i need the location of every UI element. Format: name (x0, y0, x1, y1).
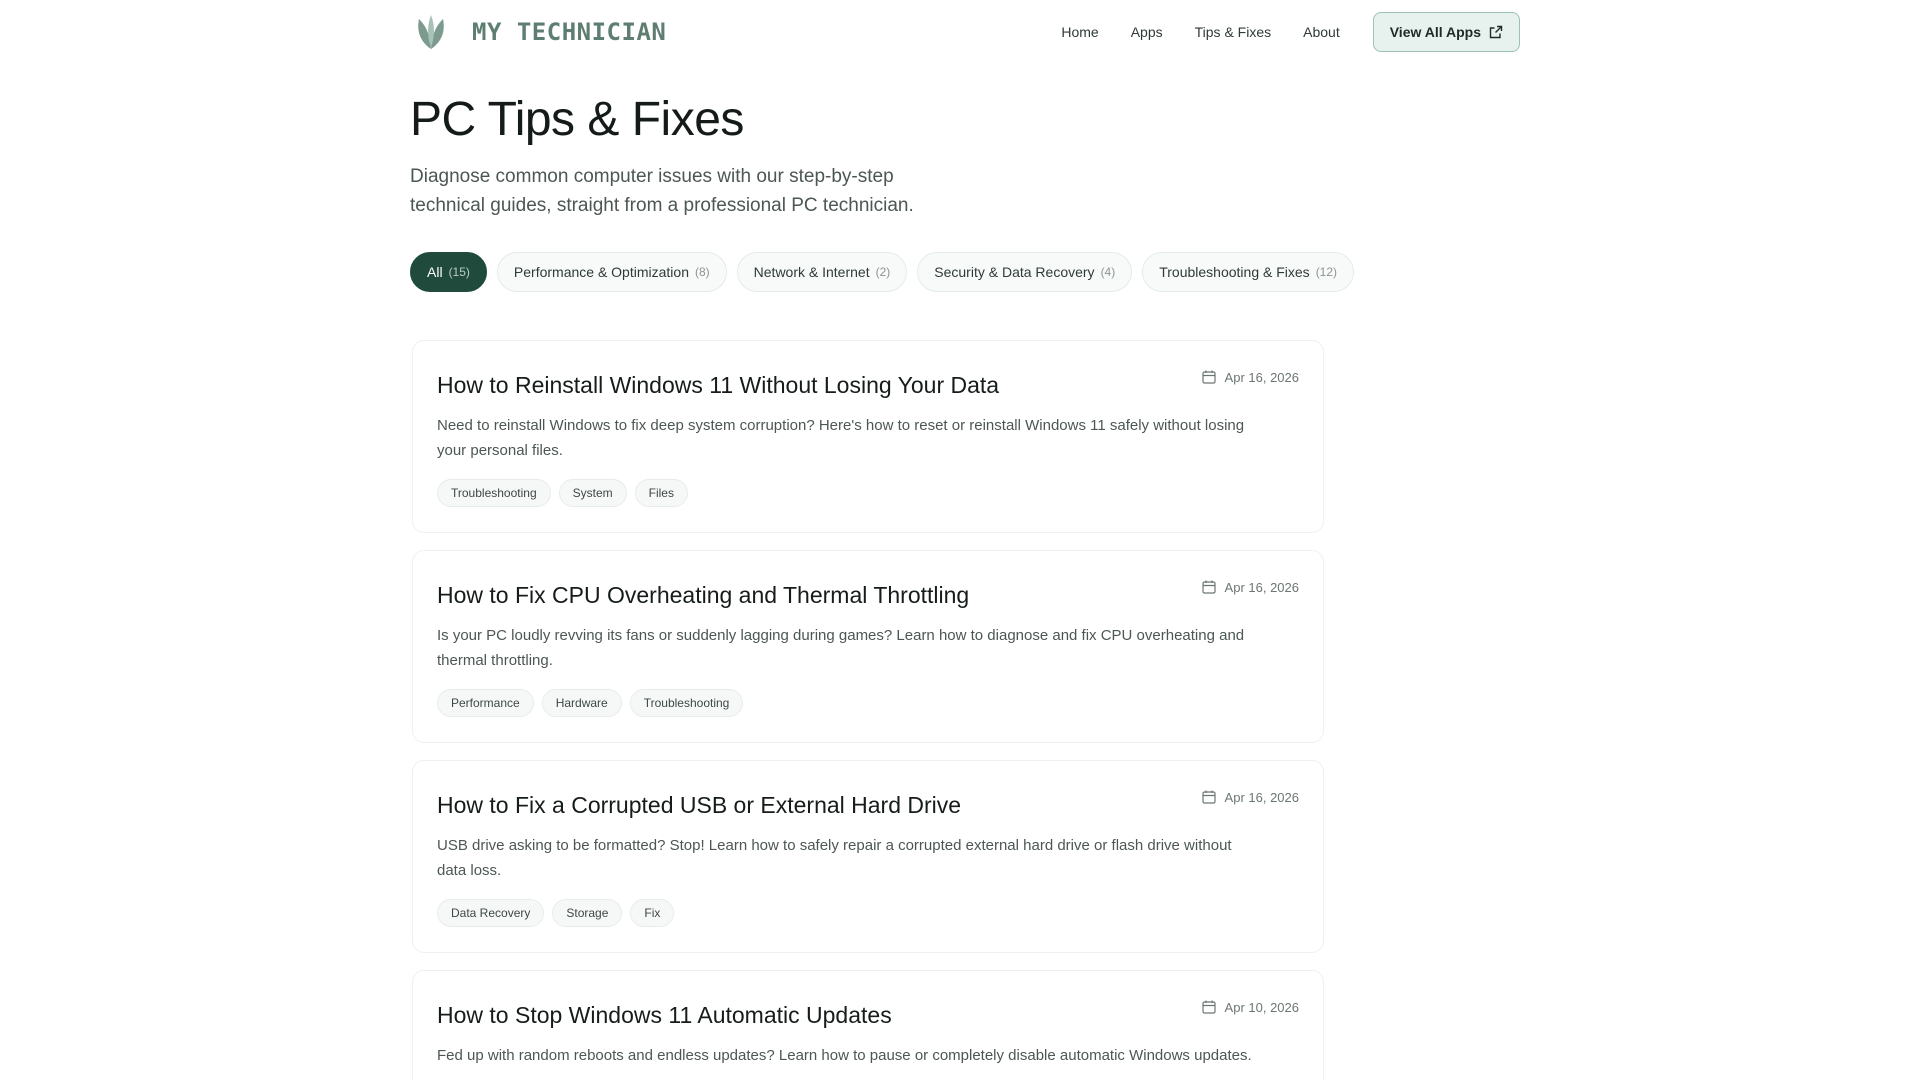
article-date-text: Apr 16, 2026 (1224, 369, 1299, 385)
nav-about[interactable]: About (1303, 24, 1340, 40)
article-title[interactable]: How to Reinstall Windows 11 Without Losi… (437, 365, 1197, 401)
article-card[interactable]: How to Stop Windows 11 Automatic Updates… (412, 970, 1324, 1080)
calendar-icon (1201, 580, 1216, 594)
article-date: Apr 16, 2026 (1201, 789, 1299, 805)
article-card[interactable]: How to Reinstall Windows 11 Without Losi… (412, 340, 1324, 533)
view-all-apps-label: View All Apps (1389, 24, 1481, 40)
article-card[interactable]: How to Fix a Corrupted USB or External H… (412, 760, 1324, 953)
article-date: Apr 16, 2026 (1201, 369, 1299, 385)
filter-count: (12) (1315, 265, 1338, 279)
article-description: USB drive asking to be formatted? Stop! … (437, 837, 1232, 879)
tag[interactable]: Hardware (541, 689, 622, 717)
page: MY TECHNICIAN Home Apps Tips & Fixes Abo… (0, 0, 1920, 1080)
filter-count: (15) (448, 265, 470, 279)
tag[interactable]: Troubleshooting (437, 479, 551, 507)
article-tags: Performance Hardware Troubleshooting (437, 689, 1299, 717)
brand-name: MY TECHNICIAN (472, 18, 667, 46)
tag[interactable]: Fix (630, 899, 675, 927)
filter-security-data-recovery[interactable]: Security & Data Recovery (4) (917, 252, 1133, 292)
tag[interactable]: Data Recovery (437, 899, 545, 927)
filter-label: All (427, 264, 443, 280)
article-date: Apr 10, 2026 (1201, 999, 1299, 1015)
article-title[interactable]: How to Fix a Corrupted USB or External H… (437, 785, 1197, 821)
article-date-text: Apr 16, 2026 (1224, 789, 1299, 805)
article-title[interactable]: How to Stop Windows 11 Automatic Updates (437, 995, 1197, 1031)
nav-tips-fixes[interactable]: Tips & Fixes (1195, 24, 1272, 40)
filter-troubleshooting-fixes[interactable]: Troubleshooting & Fixes (12) (1142, 252, 1355, 292)
filter-count: (4) (1100, 265, 1116, 279)
tag[interactable]: Performance (437, 689, 534, 717)
filter-label: Network & Internet (753, 264, 870, 280)
tag[interactable]: System (558, 479, 627, 507)
page-subtitle: Diagnose common computer issues with our… (410, 166, 914, 216)
article-tags: Troubleshooting System Files (437, 479, 1299, 507)
filter-all[interactable]: All (15) (410, 252, 487, 292)
filter-network-internet[interactable]: Network & Internet (2) (736, 252, 908, 292)
calendar-icon (1201, 790, 1216, 804)
site-header: MY TECHNICIAN Home Apps Tips & Fixes Abo… (410, 10, 1520, 54)
article-tags: Data Recovery Storage Fix (437, 899, 1299, 927)
filter-count: (8) (694, 265, 710, 279)
filter-performance-optimization[interactable]: Performance & Optimization (8) (496, 252, 727, 292)
external-link-icon (1489, 25, 1503, 39)
tag[interactable]: Troubleshooting (629, 689, 744, 717)
page-title: PC Tips & Fixes (410, 93, 744, 146)
leaf-logo-icon (418, 15, 444, 49)
calendar-icon (1201, 1000, 1216, 1014)
article-date-text: Apr 10, 2026 (1224, 999, 1299, 1015)
article-date: Apr 16, 2026 (1201, 579, 1299, 595)
article-card[interactable]: How to Fix CPU Overheating and Thermal T… (412, 550, 1324, 743)
main-nav: Home Apps Tips & Fixes About View All Ap… (1061, 12, 1520, 52)
article-title[interactable]: How to Fix CPU Overheating and Thermal T… (437, 575, 1197, 611)
filter-label: Performance & Optimization (513, 264, 689, 280)
calendar-icon (1201, 370, 1216, 384)
tag[interactable]: Files (634, 479, 688, 507)
view-all-apps-button[interactable]: View All Apps (1372, 12, 1520, 52)
filter-label: Troubleshooting & Fixes (1159, 264, 1310, 280)
brand[interactable]: MY TECHNICIAN (410, 11, 666, 53)
article-description: Fed up with random reboots and endless u… (437, 1047, 1252, 1064)
nav-home[interactable]: Home (1061, 24, 1098, 40)
nav-apps[interactable]: Apps (1131, 24, 1163, 40)
article-description: Is your PC loudly revving its fans or su… (437, 627, 1245, 669)
filter-label: Security & Data Recovery (934, 264, 1095, 280)
article-description: Need to reinstall Windows to fix deep sy… (437, 417, 1245, 459)
article-date-text: Apr 16, 2026 (1224, 579, 1299, 595)
category-filters: All (15) Performance & Optimization (8) … (410, 252, 1355, 292)
tag[interactable]: Storage (552, 899, 623, 927)
filter-count: (2) (875, 265, 891, 279)
